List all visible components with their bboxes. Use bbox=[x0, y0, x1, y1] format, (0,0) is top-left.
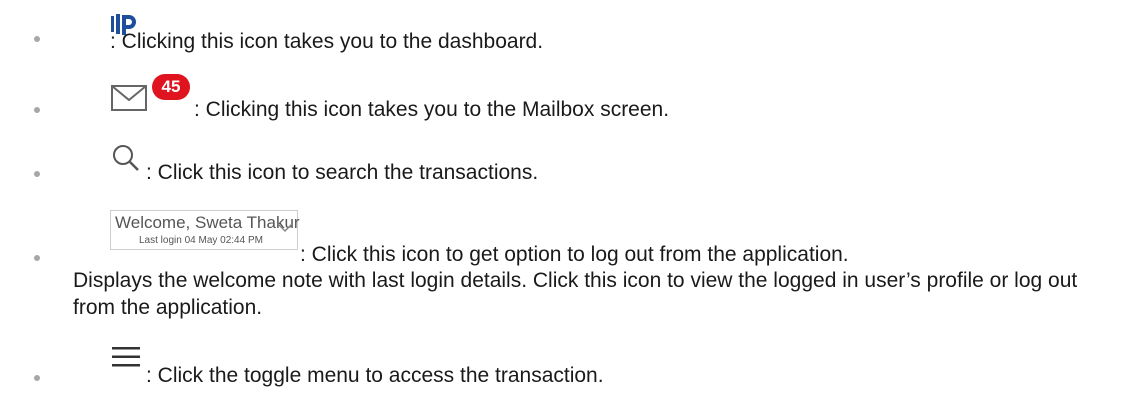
item-description: : Clicking this icon takes you to the da… bbox=[110, 30, 544, 53]
item-description: : Click this icon to get option to log o… bbox=[300, 243, 849, 266]
bullet bbox=[34, 255, 40, 261]
item-description: : Click this icon to search the transact… bbox=[146, 161, 539, 184]
chevron-down-icon bbox=[277, 223, 293, 233]
list-item-dashboard: : Clicking this icon takes you to the da… bbox=[0, 0, 1124, 60]
mail-icon[interactable] bbox=[110, 80, 156, 114]
bullet bbox=[34, 171, 40, 177]
item-description: : Click the toggle menu to access the tr… bbox=[146, 364, 604, 387]
bullet bbox=[34, 375, 40, 381]
last-login-text: Last login 04 May 02:44 PM bbox=[139, 235, 263, 246]
mail-count-badge: 45 bbox=[152, 74, 190, 100]
item-description: : Clicking this icon takes you to the Ma… bbox=[194, 98, 670, 121]
item-description-continued: Displays the welcome note with last logi… bbox=[73, 269, 1078, 319]
bullet bbox=[34, 36, 40, 42]
welcome-title: Welcome, Sweta Thakur bbox=[115, 213, 300, 232]
bullet bbox=[34, 107, 40, 113]
welcome-dropdown[interactable]: Welcome, Sweta Thakur Last login 04 May … bbox=[110, 210, 300, 250]
search-icon[interactable] bbox=[112, 144, 140, 172]
hamburger-menu-icon[interactable] bbox=[112, 346, 140, 368]
